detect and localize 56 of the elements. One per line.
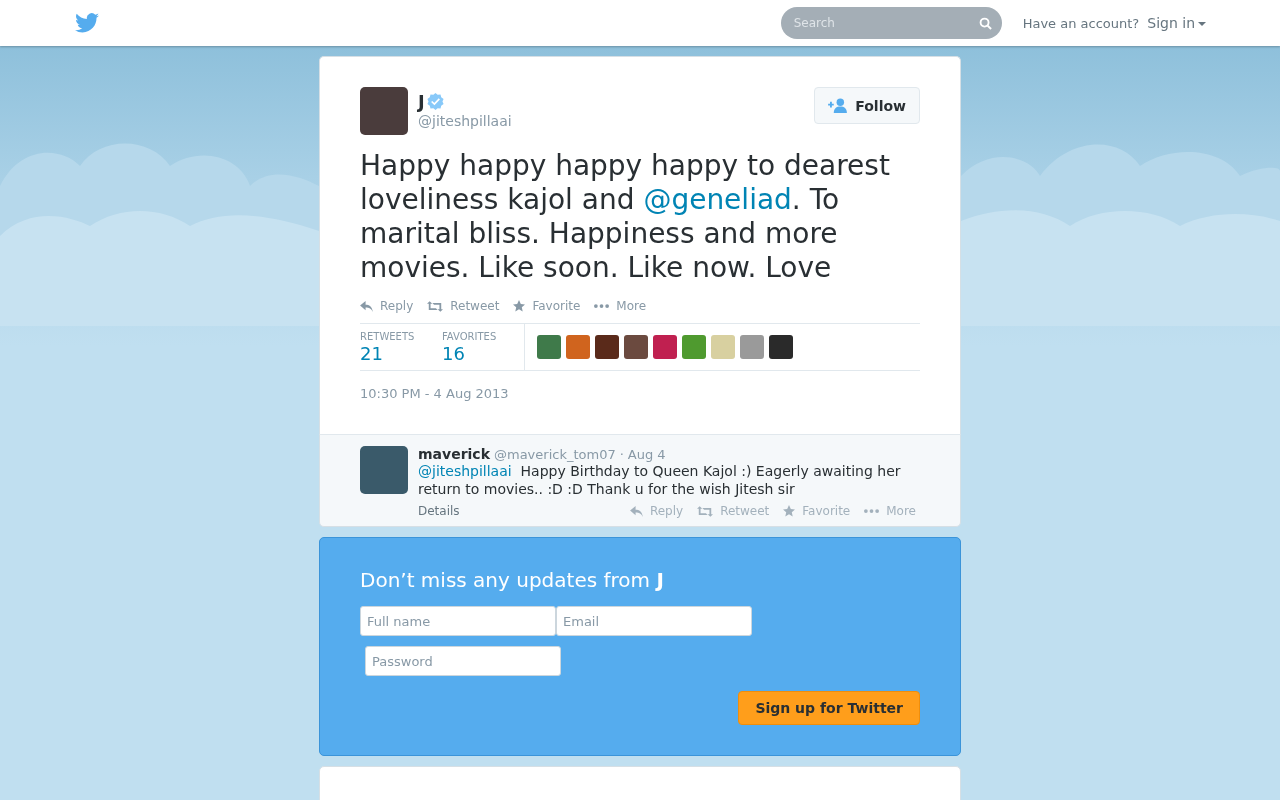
avatar-photo-placeholder[interactable]: [624, 335, 648, 359]
tweet-text: Happy happy happy happy to dearest loveliness kajol and @geneliad. To marital bliss. Happiness and more movies. Like soon. Like now. Love: [360, 149, 891, 285]
avatar-photo-placeholder[interactable]: [740, 335, 764, 359]
retweet-action[interactable]: Retweet: [697, 504, 770, 518]
reply-action[interactable]: Reply: [360, 299, 414, 313]
user-name[interactable]: maverick: [418, 446, 490, 462]
reply-date[interactable]: Aug 4: [627, 447, 666, 462]
more-action[interactable]: More: [594, 299, 647, 313]
reply-icon: [360, 300, 373, 312]
star-icon: [513, 300, 526, 312]
user-name[interactable]: J: [418, 91, 425, 112]
bird-logo-icon[interactable]: [75, 13, 99, 33]
reply-icon: [629, 505, 643, 517]
avatar-photo-placeholder[interactable]: [769, 335, 793, 359]
stat-count[interactable]: 16: [442, 343, 524, 364]
mention-link[interactable]: @geneliad: [643, 183, 792, 216]
input-field[interactable]: Password: [365, 646, 561, 676]
retweet-action[interactable]: Retweet: [427, 299, 500, 313]
avatar-photo-placeholder[interactable]: [682, 335, 706, 359]
avatar-photo-placeholder[interactable]: [360, 87, 408, 135]
separator: ·: [619, 447, 624, 462]
signup-button[interactable]: Sign up for Twitter: [738, 691, 920, 725]
avatar-photo-placeholder[interactable]: [566, 335, 590, 359]
mention-link[interactable]: @jiteshpillaai: [418, 463, 512, 479]
star-icon: [783, 505, 796, 517]
details-link[interactable]: Details: [418, 504, 460, 518]
favorite-action[interactable]: Favorite: [513, 299, 581, 313]
stat-count[interactable]: 21: [360, 343, 442, 364]
user-handle[interactable]: @jiteshpillaai: [418, 113, 512, 129]
retweet-icon: [427, 300, 444, 312]
retweet-icon: [697, 505, 714, 517]
avatar-photo-placeholder[interactable]: [360, 446, 408, 494]
more-action[interactable]: More: [864, 504, 916, 518]
more-icon: [594, 304, 610, 308]
add-person-icon: [828, 98, 848, 113]
avatar-photo-placeholder[interactable]: [653, 335, 677, 359]
stat-label: RETWEETS: [360, 331, 416, 342]
search-icon: [978, 17, 992, 30]
avatar-photo-placeholder[interactable]: [711, 335, 735, 359]
avatar-photo-placeholder[interactable]: [537, 335, 561, 359]
user-handle[interactable]: @maverick_tom07: [493, 447, 616, 462]
stat-label: FAVORITES: [442, 331, 498, 342]
sign-in-link[interactable]: Sign in: [1147, 15, 1206, 31]
signup-title: Don’t miss any updates from J: [360, 568, 665, 592]
search-field[interactable]: Search: [780, 7, 1002, 39]
input-field[interactable]: Email: [556, 606, 752, 636]
avatar-photo-placeholder[interactable]: [595, 335, 619, 359]
account-prompt: Have an account?: [1022, 15, 1140, 31]
reply-text: @jiteshpillaai Happy Birthday to Queen Kajol :) Eagerly awaiting her return to movies.. :D :D Thank u for the wish Jitesh sir: [418, 462, 902, 498]
follow-button[interactable]: Follow: [814, 87, 920, 124]
input-field[interactable]: Full name: [360, 606, 556, 636]
favorite-action[interactable]: Favorite: [783, 504, 851, 518]
caret-icon: [1198, 22, 1206, 26]
tweet-timestamp: 10:30 PM - 4 Aug 2013: [360, 386, 510, 401]
reply-action[interactable]: Reply: [629, 504, 684, 518]
more-icon: [864, 509, 880, 513]
